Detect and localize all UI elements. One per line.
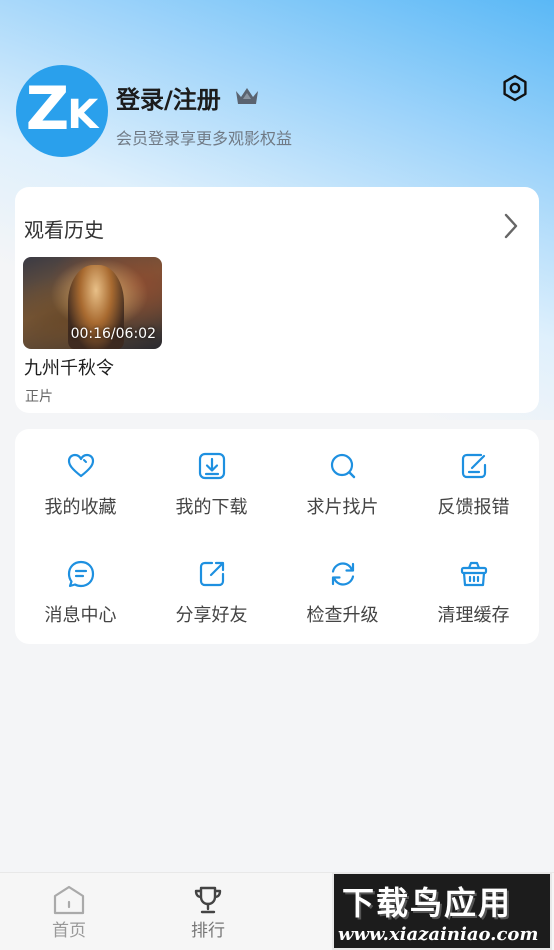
crown-icon [236, 88, 258, 104]
clear-cache-label: 清理缓存 [437, 605, 510, 626]
feedback-edit-icon [461, 453, 486, 479]
tab-home[interactable]: 首页 [29, 885, 109, 941]
video-thumbnail[interactable]: 00:16/06:02 [23, 257, 162, 349]
heart-icon [67, 453, 94, 478]
favorites-button[interactable]: 我的收藏 [15, 451, 146, 531]
chevron-right-icon[interactable] [501, 212, 521, 240]
avatar-letter-k: K [67, 92, 99, 138]
request-movie-label: 求片找片 [306, 497, 379, 518]
feedback-button[interactable]: 反馈报错 [408, 451, 539, 531]
share-friends-button[interactable]: 分享好友 [146, 559, 277, 639]
clear-cache-button[interactable]: 清理缓存 [408, 559, 539, 639]
trophy-icon [194, 886, 222, 914]
watermark-url-text: www.xiazainiao.com [338, 924, 539, 945]
request-movie-button[interactable]: 求片找片 [277, 451, 408, 531]
avatar[interactable]: ZK [16, 65, 108, 157]
login-subtitle: 会员登录享更多观影权益 [116, 129, 293, 148]
downloads-label: 我的下载 [175, 497, 248, 518]
home-icon [53, 885, 85, 915]
watermark-logo: 下载鸟应用 www.xiazainiao.com [332, 872, 552, 950]
watermark-cn-text: 下载鸟应用 [342, 884, 513, 922]
share-icon [199, 561, 224, 587]
downloads-button[interactable]: 我的下载 [146, 451, 277, 531]
tab-home-label: 首页 [52, 921, 86, 941]
avatar-letter-z: Z [25, 74, 69, 144]
message-icon [67, 560, 94, 588]
share-friends-label: 分享好友 [175, 605, 248, 626]
settings-hexagon-icon[interactable] [500, 73, 530, 103]
refresh-icon [331, 562, 354, 586]
watch-history-card: 观看历史 00:16/06:02 九州千秋令 正片 [15, 187, 539, 413]
tab-ranking-label: 排行 [191, 921, 225, 941]
search-icon [330, 453, 355, 479]
basket-icon [460, 561, 487, 587]
message-center-button[interactable]: 消息中心 [15, 559, 146, 639]
feedback-label: 反馈报错 [437, 497, 510, 518]
download-icon [198, 452, 225, 480]
check-update-button[interactable]: 检查升级 [277, 559, 408, 639]
video-progress-time: 00:16/06:02 [70, 326, 156, 342]
login-register-link[interactable]: 登录/注册 [116, 80, 221, 115]
video-type: 正片 [25, 389, 53, 405]
message-center-label: 消息中心 [44, 605, 117, 626]
check-update-label: 检查升级 [306, 605, 379, 626]
tab-ranking[interactable]: 排行 [168, 885, 248, 941]
video-title[interactable]: 九州千秋令 [24, 354, 114, 380]
action-grid-card: 我的收藏 我的下载 求片找片 反馈报错 消息中心 分享好友 检查升级 清理缓存 [15, 429, 539, 644]
watch-history-title: 观看历史 [24, 218, 104, 242]
favorites-label: 我的收藏 [44, 497, 117, 518]
